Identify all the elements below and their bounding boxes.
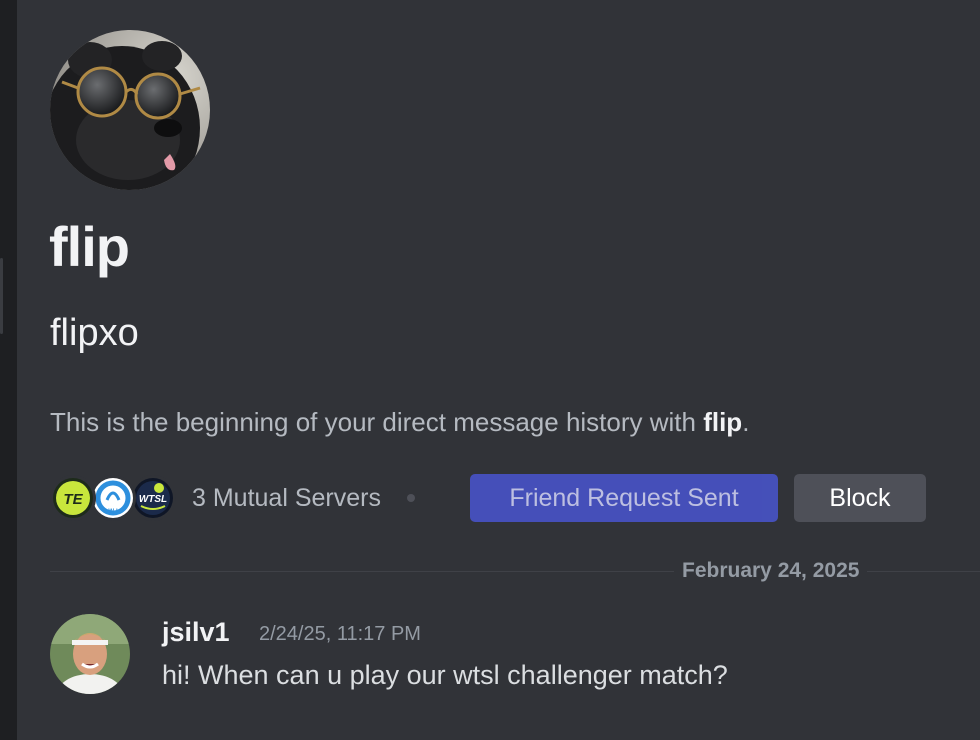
left-rail [0,0,17,740]
profile-username: flipxo [50,312,139,354]
intro-suffix: . [742,407,750,437]
intro-prefix: This is the beginning of your direct mes… [50,407,704,437]
separator-dot [406,494,415,502]
te-server-icon[interactable]: TE [50,475,96,521]
svg-text:TE: TE [63,491,83,508]
profile-display-name: flip [49,215,130,278]
message-author[interactable]: jsilv1 [162,614,230,650]
block-button[interactable]: Block [794,474,926,522]
author-avatar-image [50,614,130,694]
mutual-servers[interactable]: TE W·I WTSL 3 Mutual Servers [50,474,415,522]
wtsl-server-icon[interactable]: WTSL [130,475,176,521]
message[interactable]: jsilv1 2/24/25, 11:17 PM hi! When can u … [50,612,950,702]
svg-text:W·I: W·I [108,509,118,515]
pug-avatar-image [50,30,210,190]
dm-window: flip flipxo This is the beginning of you… [0,0,980,740]
date-divider: February 24, 2025 [50,558,980,584]
profile-avatar[interactable] [50,30,210,190]
rail-scrollbar[interactable] [0,258,3,334]
mutual-servers-label[interactable]: 3 Mutual Servers [192,484,381,513]
svg-text:WTSL: WTSL [139,494,167,505]
message-author-avatar[interactable] [50,614,130,694]
friend-request-sent-button[interactable]: Friend Request Sent [470,474,778,522]
tennis-server-icon[interactable]: W·I [90,475,136,521]
message-content: hi! When can u play our wtsl challenger … [162,660,728,690]
divider-date: February 24, 2025 [674,558,868,584]
mutual-server-icons[interactable]: TE W·I WTSL [50,474,182,522]
dm-channel: flip flipxo This is the beginning of you… [17,0,980,740]
message-timestamp[interactable]: 2/24/25, 11:17 PM [259,620,421,648]
dm-intro-text: This is the beginning of your direct mes… [50,403,749,441]
intro-name: flip [703,407,743,437]
